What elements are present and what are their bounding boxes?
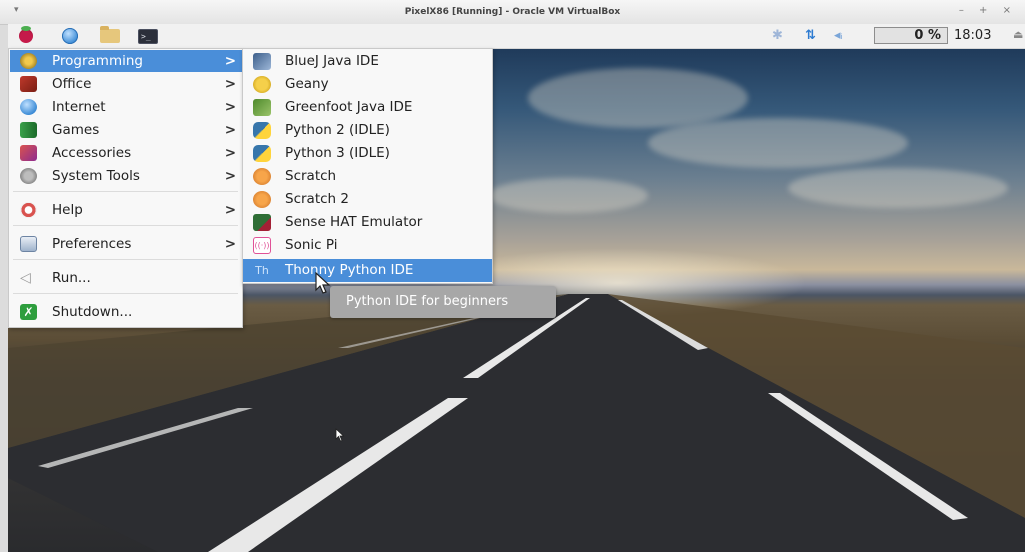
menu-item-label: Help xyxy=(52,202,83,218)
games-icon xyxy=(20,122,37,138)
scratch-icon xyxy=(253,191,271,208)
sense-hat-icon xyxy=(253,214,271,231)
submenu-arrow-icon: > xyxy=(224,236,236,252)
submenu-item-bluej[interactable]: BlueJ Java IDE xyxy=(243,50,492,73)
raspberry-menu-icon xyxy=(19,26,33,43)
submenu-item-python3[interactable]: Python 3 (IDLE) xyxy=(243,142,492,165)
menu-item-label: System Tools xyxy=(52,168,140,184)
python-icon xyxy=(253,122,271,139)
eject-icon[interactable]: ⏏ xyxy=(1013,28,1023,41)
terminal-icon: >_ xyxy=(138,28,158,44)
menu-item-label: Games xyxy=(52,122,100,138)
window-title: PixelX86 [Running] - Oracle VM VirtualBo… xyxy=(404,7,621,17)
tooltip: Python IDE for beginners xyxy=(330,286,556,318)
menu-separator xyxy=(13,225,238,226)
geany-icon xyxy=(253,76,271,93)
sonic-pi-icon: ((·)) xyxy=(253,237,271,254)
web-browser-launcher[interactable] xyxy=(58,27,82,45)
bluetooth-icon[interactable]: ✱ xyxy=(772,28,783,43)
submenu-item-sense-hat[interactable]: Sense HAT Emulator xyxy=(243,211,492,234)
top-panel: >_ ✱ ⇅ ◂ᵢ 0 % 18:03 ⏏ xyxy=(8,24,1025,49)
window-controls[interactable]: – + × xyxy=(959,5,1017,16)
submenu-arrow-icon: > xyxy=(224,145,236,161)
submenu-item-greenfoot[interactable]: Greenfoot Java IDE xyxy=(243,96,492,119)
run-icon: ◁ xyxy=(20,270,31,286)
menu-item-help[interactable]: Help > xyxy=(10,199,242,221)
python-icon xyxy=(253,145,271,162)
application-menu: Programming > Office > Internet > Games … xyxy=(8,48,243,328)
menu-item-programming[interactable]: Programming > xyxy=(10,50,242,72)
preferences-icon xyxy=(20,236,37,252)
menu-separator xyxy=(13,293,238,294)
greenfoot-icon xyxy=(253,99,271,116)
file-manager-icon xyxy=(100,26,120,43)
menu-item-label: Shutdown... xyxy=(52,304,133,320)
menu-item-internet[interactable]: Internet > xyxy=(10,96,242,118)
thonny-icon: Th xyxy=(255,264,269,277)
submenu-item-scratch2[interactable]: Scratch 2 xyxy=(243,188,492,211)
file-manager-launcher[interactable] xyxy=(98,26,122,45)
menu-item-label: Accessories xyxy=(52,145,132,161)
web-browser-icon xyxy=(62,28,78,44)
menu-separator xyxy=(13,259,238,260)
submenu-item-label: Thonny Python IDE xyxy=(285,262,414,278)
shutdown-icon: ✗ xyxy=(20,304,37,320)
menu-item-label: Programming xyxy=(52,53,143,69)
mouse-cursor-icon xyxy=(315,272,331,294)
submenu-item-label: Greenfoot Java IDE xyxy=(285,99,413,115)
mouse-cursor-icon xyxy=(335,428,345,442)
submenu-arrow-icon: > xyxy=(224,53,236,69)
submenu-item-thonny[interactable]: Th Thonny Python IDE xyxy=(243,259,492,282)
cpu-monitor[interactable]: 0 % xyxy=(874,27,948,44)
submenu-item-label: Sense HAT Emulator xyxy=(285,214,423,230)
volume-icon[interactable]: ◂ᵢ xyxy=(834,28,843,43)
menu-separator xyxy=(13,191,238,192)
submenu-item-label: Geany xyxy=(285,76,329,92)
submenu-item-label: Python 3 (IDLE) xyxy=(285,145,390,161)
menu-item-accessories[interactable]: Accessories > xyxy=(10,142,242,164)
terminal-launcher[interactable]: >_ xyxy=(136,27,160,45)
scratch-icon xyxy=(253,168,271,185)
submenu-item-label: Sonic Pi xyxy=(285,237,338,253)
submenu-item-python2[interactable]: Python 2 (IDLE) xyxy=(243,119,492,142)
submenu-item-label: Python 2 (IDLE) xyxy=(285,122,390,138)
cpu-unit: % xyxy=(927,28,941,43)
menu-item-games[interactable]: Games > xyxy=(10,119,242,141)
menu-item-office[interactable]: Office > xyxy=(10,73,242,95)
menu-item-shutdown[interactable]: ✗ Shutdown... xyxy=(10,301,242,323)
submenu-arrow-icon: > xyxy=(224,76,236,92)
programming-icon xyxy=(20,53,37,69)
raspberry-menu-button[interactable] xyxy=(14,26,38,45)
submenu-item-label: BlueJ Java IDE xyxy=(285,53,379,69)
help-icon xyxy=(20,202,37,218)
submenu-arrow-icon: > xyxy=(224,122,236,138)
submenu-arrow-icon: > xyxy=(224,168,236,184)
submenu-item-scratch[interactable]: Scratch xyxy=(243,165,492,188)
menu-item-label: Office xyxy=(52,76,92,92)
internet-icon xyxy=(20,99,37,115)
system-tools-icon xyxy=(20,168,37,184)
submenu-item-geany[interactable]: Geany xyxy=(243,73,492,96)
guest-screen: >_ ✱ ⇅ ◂ᵢ 0 % 18:03 ⏏ Programming > Offi… xyxy=(8,24,1025,552)
menu-item-label: Preferences xyxy=(52,236,132,252)
submenu-item-label: Scratch 2 xyxy=(285,191,349,207)
submenu-item-label: Scratch xyxy=(285,168,337,184)
menu-item-preferences[interactable]: Preferences > xyxy=(10,233,242,255)
submenu-item-sonic-pi[interactable]: ((·)) Sonic Pi xyxy=(243,234,492,257)
menu-item-label: Run... xyxy=(52,270,91,286)
menu-item-label: Internet xyxy=(52,99,106,115)
programming-submenu: BlueJ Java IDE Geany Greenfoot Java IDE … xyxy=(242,48,493,284)
network-icon[interactable]: ⇅ xyxy=(805,28,816,43)
bluej-icon xyxy=(253,53,271,70)
virtualbox-titlebar: ▾ PixelX86 [Running] - Oracle VM Virtual… xyxy=(0,0,1025,25)
submenu-arrow-icon: > xyxy=(224,202,236,218)
clock[interactable]: 18:03 xyxy=(954,28,991,43)
menu-item-run[interactable]: ◁ Run... xyxy=(10,267,242,289)
office-icon xyxy=(20,76,37,92)
menu-item-system-tools[interactable]: System Tools > xyxy=(10,165,242,187)
submenu-arrow-icon: > xyxy=(224,99,236,115)
accessories-icon xyxy=(20,145,37,161)
cpu-value: 0 xyxy=(914,28,924,43)
